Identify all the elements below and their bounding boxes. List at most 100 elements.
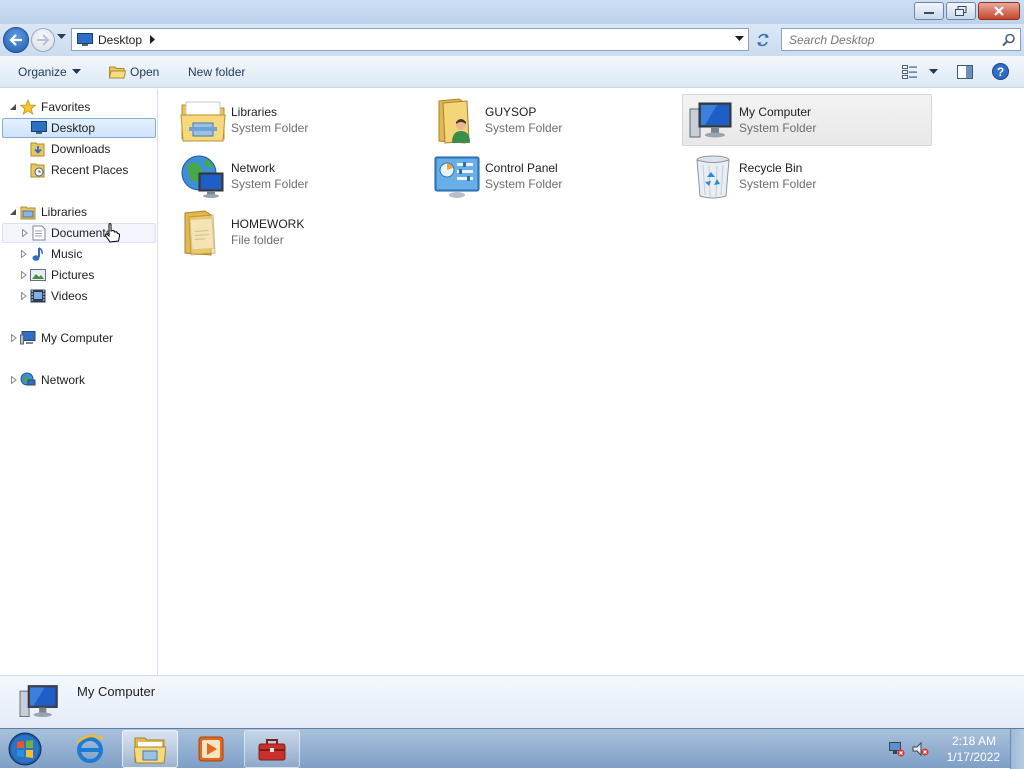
refresh-button[interactable] [751,28,775,51]
item-type: System Folder [739,121,817,135]
search-box[interactable] [781,28,1021,51]
help-icon: ? [992,63,1009,80]
nav-item-label: Downloads [51,142,111,156]
nav-network[interactable]: Network [0,370,157,390]
title-bar[interactable] [0,0,1024,24]
taskbar-media-player[interactable] [183,730,239,768]
taskbar-internet-explorer[interactable] [62,730,118,768]
nav-item-label: Music [51,247,83,261]
item-type: File folder [231,233,284,247]
nav-item-downloads[interactable]: Downloads [0,139,157,159]
desktop-icon [77,33,93,46]
item-type: System Folder [485,177,563,191]
address-location[interactable]: Desktop [98,33,142,47]
network-status-icon[interactable] [888,741,906,757]
item-recycle-bin[interactable]: Recycle Bin System Folder [683,151,933,203]
start-button-icon[interactable] [6,731,44,767]
preview-pane-icon [957,65,973,79]
nav-my-computer-label: My Computer [41,331,114,345]
nav-item-label: Recent Places [51,163,129,177]
nav-favorites[interactable]: Favorites [0,97,157,117]
item-homework[interactable]: HOMEWORK File folder [175,207,425,259]
taskbar-toolbox[interactable] [244,730,300,768]
nav-libraries[interactable]: Libraries [0,202,157,222]
nav-item-videos[interactable]: Videos [0,286,157,306]
clock-date[interactable]: 1/17/2022 [947,750,1000,764]
volume-muted-icon[interactable] [912,741,930,757]
toolbox-icon [258,739,286,761]
pictures-icon [30,269,46,281]
nav-item-pictures[interactable]: Pictures [0,265,157,285]
forward-button[interactable] [31,28,55,52]
downloads-folder-icon [30,142,45,157]
restore-button[interactable] [946,2,976,20]
item-network[interactable]: Network System Folder [175,151,425,203]
preview-pane-button[interactable] [957,64,973,80]
expand-arrow-icon[interactable] [10,334,18,342]
new-folder-button[interactable]: New folder [188,64,245,80]
organize-dropdown-icon [71,69,81,74]
recycle-bin-icon [696,155,730,199]
content-area[interactable]: Libraries System Folder GUYSOP System Fo… [159,89,1024,675]
item-my-computer[interactable]: My Computer System Folder [682,94,932,146]
nav-item-desktop[interactable]: Desktop [2,118,156,138]
expand-arrow-icon[interactable] [20,271,28,279]
windows-explorer-icon [134,737,166,764]
nav-favorites-label: Favorites [41,100,91,114]
documents-icon [32,225,46,241]
nav-my-computer[interactable]: My Computer [0,328,157,348]
address-dropdown-icon[interactable] [735,36,744,42]
clock-time[interactable]: 2:18 AM [952,734,996,748]
expand-arrow-icon[interactable] [10,376,18,384]
view-options-icon [902,65,917,79]
search-icon[interactable] [1002,33,1016,47]
window-controls [914,2,1020,20]
address-bar[interactable]: Desktop [71,28,749,51]
taskbar-windows-explorer[interactable] [122,730,178,768]
item-name: My Computer [739,105,812,119]
music-icon [32,247,43,261]
show-desktop-button[interactable] [1010,729,1024,769]
internet-explorer-icon [76,734,104,763]
item-guysop[interactable]: GUYSOP System Folder [429,95,679,147]
videos-icon [30,289,46,303]
nav-item-label: Documents [51,226,112,240]
navigation-pane[interactable]: Favorites Desktop Downloads Recent Place… [0,89,158,675]
organize-button[interactable]: Organize [18,64,81,80]
search-input[interactable] [789,32,994,47]
folder-icon [184,210,216,256]
address-row: Desktop [0,24,1024,56]
nav-item-documents[interactable]: Documents [2,223,156,243]
breadcrumb-chevron-icon[interactable] [150,35,156,44]
back-button[interactable] [3,27,29,53]
close-button[interactable] [978,2,1020,20]
forward-arrow-icon [37,34,50,46]
recent-pages-dropdown-icon[interactable] [57,34,66,40]
item-type: System Folder [485,121,563,135]
item-control-panel[interactable]: Control Panel System Folder [429,151,679,203]
collapse-arrow-icon[interactable] [9,208,17,216]
item-name: GUYSOP [485,105,537,119]
expand-arrow-icon[interactable] [21,229,29,237]
nav-item-music[interactable]: Music [0,244,157,264]
nav-network-label: Network [41,373,86,387]
expand-arrow-icon[interactable] [20,250,28,258]
item-libraries[interactable]: Libraries System Folder [175,95,425,147]
change-view-button[interactable] [902,64,938,80]
media-player-icon [198,736,224,762]
view-dropdown-icon [929,69,938,74]
minimize-icon [924,12,934,14]
nav-item-recent-places[interactable]: Recent Places [0,160,157,180]
collapse-arrow-icon[interactable] [9,103,17,111]
recent-places-icon [30,163,45,178]
help-button[interactable]: ? [992,63,1009,80]
network-icon [20,372,36,386]
item-name: HOMEWORK [231,217,305,231]
minimize-button[interactable] [914,2,944,20]
nav-item-label: Videos [51,289,88,303]
star-icon [20,99,36,115]
nav-item-label: Pictures [51,268,95,282]
open-button[interactable]: Open [109,64,159,80]
expand-arrow-icon[interactable] [20,292,28,300]
nav-libraries-label: Libraries [41,205,88,219]
